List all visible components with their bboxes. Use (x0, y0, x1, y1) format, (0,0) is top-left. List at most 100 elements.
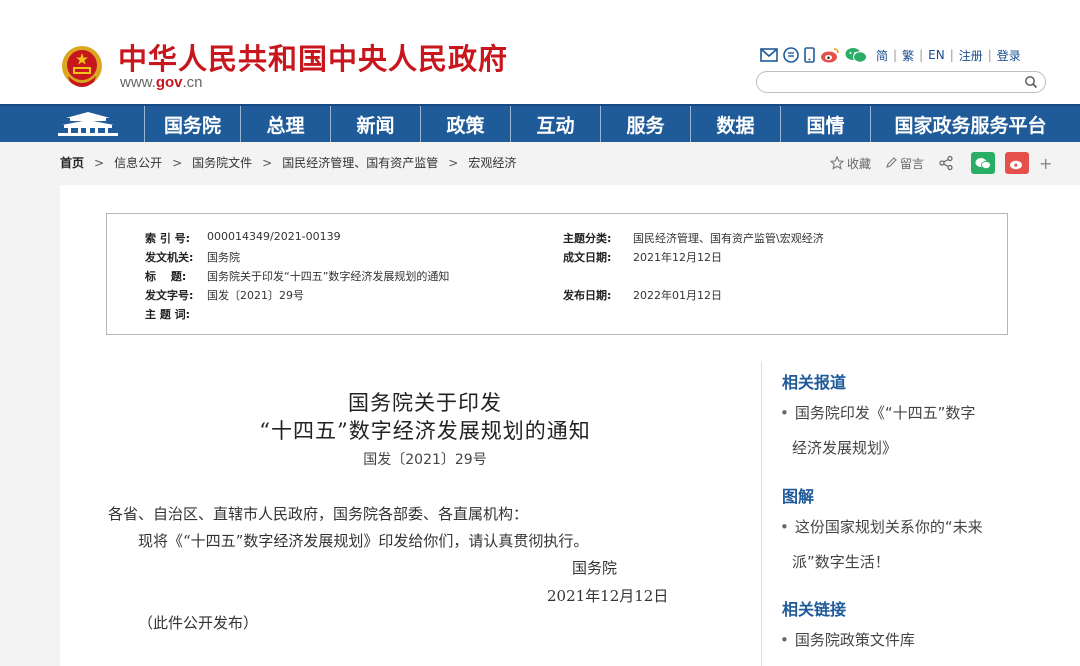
related-links-title: 相关链接 (782, 600, 847, 619)
meta-key: 索 引 号: (145, 232, 191, 245)
site-title[interactable]: 中华人民共和国中央人民政府 (118, 36, 508, 78)
separator: | (987, 48, 992, 62)
nav-item-gov-service-platform[interactable]: 国家政务服务平台 (870, 106, 1070, 142)
content-card: 索 引 号: 000014349/2021-00139 发文机关: 国务院 标 题:… (60, 185, 1080, 666)
document-title: 国务院关于印发 “十四五”数字经济发展规划的通知 (130, 389, 720, 445)
policy-library-link[interactable]: • 国务院政策文件库 (780, 623, 1010, 658)
chat-icon[interactable] (783, 47, 799, 63)
chevron-right-icon: > (172, 155, 183, 170)
simplified-link[interactable]: 简 (876, 47, 888, 64)
weibo-icon[interactable] (820, 47, 840, 63)
meta-created: 成文日期: 2021年12月12日 (563, 249, 722, 265)
breadcrumb-state-council-docs[interactable]: 国务院文件 (192, 154, 252, 171)
link-text: 这份国家规划关系你的“未来 (794, 518, 983, 536)
meta-value: 000014349/2021-00139 (207, 230, 341, 243)
search-icon[interactable] (1024, 75, 1038, 89)
meta-title: 标 题: 国务院关于印发“十四五”数字经济发展规划的通知 (145, 268, 449, 284)
share-button[interactable] (938, 155, 957, 171)
share-icon (939, 155, 953, 171)
separator: | (949, 48, 954, 62)
meta-key: 成文日期: (563, 251, 612, 264)
register-link[interactable]: 注册 (959, 47, 983, 64)
wechat-share-icon[interactable] (971, 152, 996, 174)
breadcrumb-economy-management[interactable]: 国民经济管理、国有资产监管 (282, 154, 438, 171)
weibo-share-icon[interactable] (1005, 152, 1030, 174)
meta-value: 国务院 (207, 251, 240, 264)
chevron-right-icon: > (448, 155, 459, 170)
bullet: • (780, 518, 789, 536)
pencil-icon (886, 157, 897, 168)
national-emblem-icon[interactable] (60, 44, 104, 90)
nav-item-news[interactable]: 新闻 (330, 106, 420, 142)
title-line: 国务院关于印发 (348, 391, 502, 415)
more-share-button[interactable]: + (1039, 154, 1052, 173)
collect-label: 收藏 (847, 156, 872, 171)
body-paragraph: 现将《“十四五”数字经济发展规划》印发给你们，请认真贯彻执行。 (138, 532, 589, 550)
bullet: • (780, 404, 789, 422)
link-text: 国务院政策文件库 (794, 631, 915, 649)
nav-item-interaction[interactable]: 互动 (510, 106, 600, 142)
nav-items: 国务院 总理 新闻 政策 互动 服务 数据 国情 国家政务服务平台 (144, 106, 1070, 142)
tiananmen-logo-icon[interactable] (56, 110, 120, 138)
link-text: 经济发展规划》 (792, 439, 898, 457)
login-link[interactable]: 登录 (997, 47, 1021, 64)
breadcrumb-info-disclosure[interactable]: 信息公开 (114, 154, 162, 171)
site-header: 中华人民共和国中央人民政府 www.gov.cn 简 | 繁 | EN | 注册 | 登… (0, 0, 1080, 104)
meta-value: 2021年12月12日 (633, 251, 722, 264)
breadcrumb-macro-economy[interactable]: 宏观经济 (468, 154, 516, 171)
meta-key: 主 题 词: (145, 308, 191, 321)
meta-docno: 发文字号: 国发〔2021〕29号 (145, 287, 304, 303)
search-input[interactable] (767, 74, 1017, 90)
english-link[interactable]: EN (928, 48, 945, 62)
related-sidebar: 相关报道 • 国务院印发《“十四五”数字 经济发展规划》 图解 • 这份国家规划关系… (761, 361, 1021, 666)
meta-index: 索 引 号: 000014349/2021-00139 (145, 230, 341, 246)
share-bar: 收藏 留言 + (830, 150, 1052, 176)
body-note: （此件公开发布） (138, 614, 259, 632)
wechat-icon[interactable] (845, 47, 867, 63)
document-number: 国发〔2021〕29号 (363, 452, 487, 468)
nav-item-premier[interactable]: 总理 (240, 106, 330, 142)
nav-item-services[interactable]: 服务 (600, 106, 690, 142)
document-meta-table: 索 引 号: 000014349/2021-00139 发文机关: 国务院 标 题:… (106, 213, 1008, 335)
meta-key: 发文字号: (145, 289, 194, 302)
body-addressee: 各省、自治区、直辖市人民政府，国务院各部委、各直属机构： (108, 505, 529, 523)
collect-button[interactable]: 收藏 (830, 155, 871, 172)
search-box (756, 71, 1046, 93)
meta-key: 发布日期: (563, 289, 612, 302)
comment-label: 留言 (900, 156, 925, 171)
title-line: “十四五”数字经济发展规划的通知 (259, 419, 591, 443)
traditional-link[interactable]: 繁 (902, 47, 914, 64)
chevron-right-icon: > (262, 155, 273, 170)
graphic-title: 图解 (782, 487, 815, 506)
mail-icon[interactable] (760, 48, 778, 62)
breadcrumb: 首页 > 信息公开 > 国务院文件 > 国民经济管理、国有资产监管 > 宏观经济 (60, 154, 516, 171)
meta-value: 国务院关于印发“十四五”数字经济发展规划的通知 (207, 270, 450, 283)
nav-item-national-info[interactable]: 国情 (780, 106, 870, 142)
meta-key: 标 题: (145, 270, 187, 283)
nav-item-data[interactable]: 数据 (690, 106, 780, 142)
body-date: 2021年12月12日 (547, 587, 669, 605)
graphic-link[interactable]: • 这份国家规划关系你的“未来 派”数字生活！ (780, 510, 1010, 580)
comment-button[interactable]: 留言 (885, 155, 924, 172)
meta-key: 主题分类: (563, 232, 612, 245)
url-prefix: www. (120, 74, 156, 91)
url-suffix: .cn (182, 74, 203, 91)
link-text: 国务院印发《“十四五”数字 (794, 404, 976, 422)
nav-item-state-council[interactable]: 国务院 (144, 106, 240, 142)
url-gov: gov (155, 74, 183, 91)
meta-issuer: 发文机关: 国务院 (145, 249, 240, 265)
chevron-right-icon: > (94, 155, 105, 170)
separator: | (893, 48, 898, 62)
meta-value: 2022年01月12日 (633, 289, 722, 302)
related-reports-title: 相关报道 (782, 373, 847, 392)
mobile-icon[interactable] (804, 47, 815, 63)
site-url[interactable]: www.gov.cn (120, 74, 203, 91)
header-toolbar: 简 | 繁 | EN | 注册 | 登录 (760, 46, 1021, 64)
related-report-link[interactable]: • 国务院印发《“十四五”数字 经济发展规划》 (780, 396, 1010, 466)
meta-subject: 主 题 词: (145, 306, 207, 322)
meta-category: 主题分类: 国民经济管理、国有资产监管\宏观经济 (563, 230, 824, 246)
breadcrumb-home[interactable]: 首页 (60, 154, 84, 171)
main-nav: 国务院 总理 新闻 政策 互动 服务 数据 国情 国家政务服务平台 (0, 104, 1080, 142)
meta-published: 发布日期: 2022年01月12日 (563, 287, 722, 303)
nav-item-policy[interactable]: 政策 (420, 106, 510, 142)
